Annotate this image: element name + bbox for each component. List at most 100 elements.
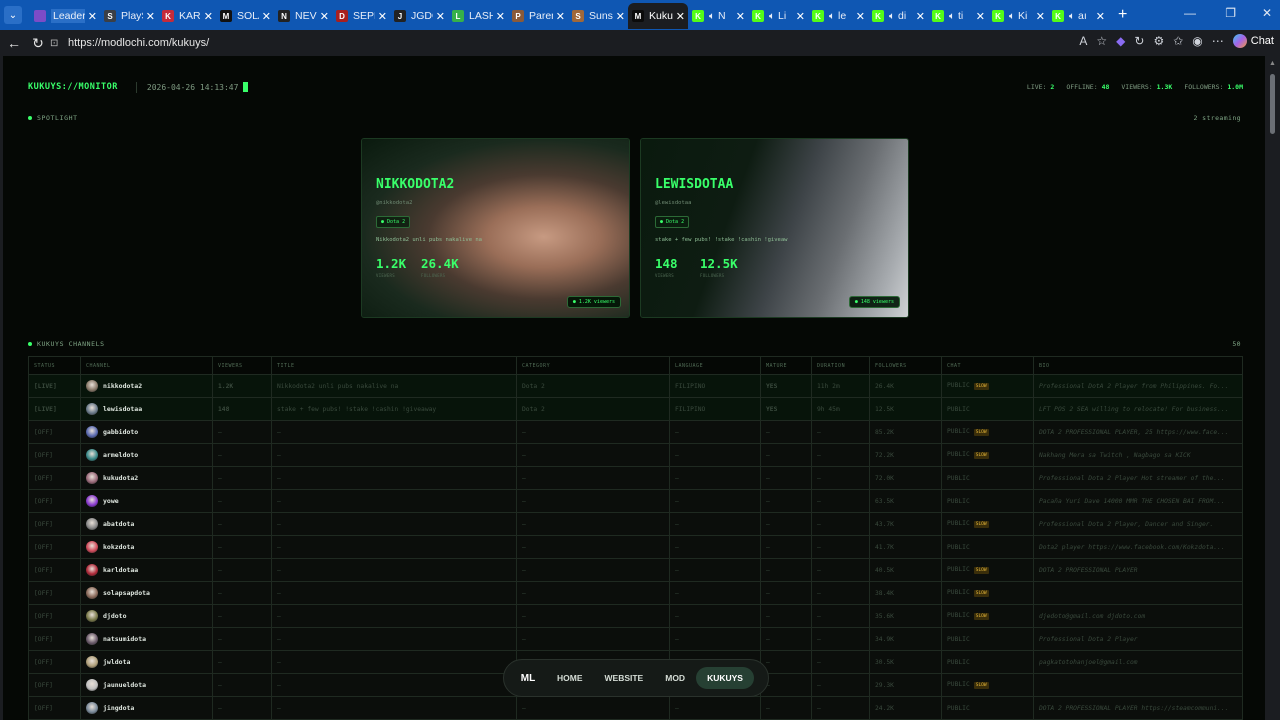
browser-tab[interactable]: S Sunsh✕ bbox=[568, 3, 628, 29]
browser-tab[interactable]: S PlaySt✕ bbox=[100, 3, 158, 29]
tab-close-icon[interactable]: ✕ bbox=[1096, 10, 1105, 23]
tab-close-icon[interactable]: ✕ bbox=[796, 10, 805, 23]
tab-close-icon[interactable]: ✕ bbox=[436, 10, 445, 23]
column-header[interactable]: CHANNEL bbox=[80, 356, 213, 375]
favorite-star-icon[interactable]: ☆ bbox=[1096, 34, 1107, 48]
browser-tab[interactable]: K 🔈︎ di ✕ bbox=[868, 3, 928, 29]
back-icon[interactable]: ← bbox=[2, 35, 26, 51]
spotlight-card[interactable]: NIKKODOTA2 @nikkodota2 ● Dota 2 Nikkodota2 … bbox=[361, 138, 630, 318]
table-row[interactable]: [OFF] jingdota — — — — — —24.2K PUBLIC DOTA 2 PRO… bbox=[28, 696, 1243, 720]
tab-close-icon[interactable]: ✕ bbox=[976, 10, 985, 23]
channel-cell[interactable]: jaunueldota bbox=[80, 673, 213, 697]
channel-cell[interactable]: abatdota bbox=[80, 512, 213, 536]
browser-tab[interactable]: K 🔈︎ ti ✕ bbox=[928, 3, 988, 29]
channel-cell[interactable]: armeldoto bbox=[80, 443, 213, 467]
tab-close-icon[interactable]: ✕ bbox=[616, 10, 625, 23]
tab-close-icon[interactable]: ✕ bbox=[556, 10, 565, 23]
table-row[interactable]: [OFF] natsumidota — — — — — —34.9K PUBLIC Profess… bbox=[28, 627, 1243, 651]
channel-cell[interactable]: lewisdotaa bbox=[80, 397, 213, 421]
column-header[interactable]: FOLLOWERS bbox=[869, 356, 942, 375]
new-tab-icon[interactable]: + bbox=[1118, 6, 1127, 24]
column-header[interactable]: CATEGORY bbox=[516, 356, 670, 375]
channel-cell[interactable]: gabbidoto bbox=[80, 420, 213, 444]
spotlight-card[interactable]: LEWISDOTAA @lewisdotaa ● Dota 2 stake + few… bbox=[640, 138, 909, 318]
site-info-icon[interactable]: ⊡ bbox=[50, 38, 64, 49]
table-row[interactable]: [OFF] solapsapdota — — — — — —38.4K PUBLIC SLOW bbox=[28, 581, 1243, 605]
column-header[interactable]: TITLE bbox=[271, 356, 517, 375]
browser-tab[interactable]: J JGDOT✕ bbox=[390, 3, 448, 29]
column-header[interactable]: VIEWERS bbox=[212, 356, 272, 375]
extensions-puzzle-icon[interactable]: ⚙ bbox=[1153, 34, 1164, 48]
tab-close-icon[interactable]: ✕ bbox=[736, 10, 745, 23]
browser-tab[interactable]: K 🔈︎ le ✕ bbox=[808, 3, 868, 29]
browser-tab[interactable]: K 🔈︎ Li ✕ bbox=[748, 3, 808, 29]
browser-tab[interactable]: K 🔈︎ aı ✕ bbox=[1048, 3, 1108, 29]
table-row[interactable]: [OFF] yowe — — — — — —63.5K PUBLIC Pacaña Yuri Da… bbox=[28, 489, 1243, 513]
table-row[interactable]: [OFF] kukudota2— — — — — —72.0K PUBLIC Professio… bbox=[28, 466, 1243, 490]
tab-close-icon[interactable]: ✕ bbox=[146, 10, 155, 23]
nav-mod[interactable]: MOD bbox=[654, 667, 696, 689]
browser-tab[interactable]: D SEPDO✕ bbox=[332, 3, 390, 29]
channel-cell[interactable]: jingdota bbox=[80, 696, 213, 720]
tab-audio-icon[interactable]: 🔈︎ bbox=[709, 11, 715, 22]
column-header[interactable]: MATURE bbox=[760, 356, 812, 375]
tab-close-icon[interactable]: ✕ bbox=[320, 10, 329, 23]
browser-tab[interactable]: M SOLAI✕ bbox=[216, 3, 274, 29]
copilot-chat-button[interactable]: Chat bbox=[1232, 34, 1274, 48]
scroll-thumb[interactable] bbox=[1270, 74, 1275, 134]
url-field[interactable]: ⊡ https://modlochi.com/kukuys/ bbox=[50, 33, 1100, 53]
tab-audio-icon[interactable]: 🔈︎ bbox=[1009, 11, 1015, 22]
browser-tab[interactable]: K KARL✕ bbox=[158, 3, 216, 29]
column-header[interactable]: CHAT bbox=[941, 356, 1034, 375]
more-menu-icon[interactable]: ⋯ bbox=[1212, 34, 1224, 48]
column-header[interactable]: DURATION bbox=[811, 356, 870, 375]
table-row[interactable]: [OFF] armeldoto — — — — — —72.2K PUBLIC SLOW Nakha… bbox=[28, 443, 1243, 467]
column-header[interactable]: STATUS bbox=[28, 356, 81, 375]
refresh-extension-icon[interactable]: ↻ bbox=[1134, 34, 1144, 48]
tab-audio-icon[interactable]: 🔈︎ bbox=[769, 11, 775, 22]
minimize-icon[interactable]: — bbox=[1184, 6, 1196, 20]
nav-home[interactable]: HOME bbox=[546, 667, 594, 689]
site-logo[interactable]: ML bbox=[510, 673, 546, 684]
tab-audio-icon[interactable]: 🔈︎ bbox=[1069, 11, 1075, 22]
tab-close-icon[interactable]: ✕ bbox=[1036, 10, 1045, 23]
column-header[interactable]: LANGUAGE bbox=[669, 356, 761, 375]
nav-website[interactable]: WEBSITE bbox=[594, 667, 655, 689]
channel-cell[interactable]: kokzdota bbox=[80, 535, 213, 559]
tab-close-icon[interactable]: ✕ bbox=[378, 10, 387, 23]
table-row[interactable]: [OFF] karldotaa — — — — — —40.5K PUBLIC SLOW DOTA … bbox=[28, 558, 1243, 582]
tab-audio-icon[interactable]: 🔈︎ bbox=[949, 11, 955, 22]
browser-tab[interactable]: K 🔈︎ N ✕ bbox=[688, 3, 748, 29]
tab-close-icon[interactable]: ✕ bbox=[676, 10, 685, 23]
tab-close-icon[interactable]: ✕ bbox=[916, 10, 925, 23]
browser-tab[interactable]: M Kukuy✕ bbox=[628, 3, 688, 29]
browser-tab[interactable]: N NEVER✕ bbox=[274, 3, 332, 29]
channel-cell[interactable]: djdoto bbox=[80, 604, 213, 628]
channel-cell[interactable]: jwldota bbox=[80, 650, 213, 674]
tab-close-icon[interactable]: ✕ bbox=[88, 10, 97, 23]
browser-tab[interactable]: L LASH ✕ bbox=[448, 3, 508, 29]
browser-tab[interactable]: P Parent✕ bbox=[508, 3, 568, 29]
tab-audio-icon[interactable]: 🔈︎ bbox=[889, 11, 895, 22]
profile-avatar-icon[interactable]: ◉ bbox=[1192, 34, 1202, 48]
browser-tab[interactable]: K 🔈︎ Ki ✕ bbox=[988, 3, 1048, 29]
table-row[interactable]: [OFF] abatdota — — — — — —43.7K PUBLIC SLOW Profes… bbox=[28, 512, 1243, 536]
channel-cell[interactable]: nikkodota2 bbox=[80, 374, 213, 398]
column-header[interactable]: BIO bbox=[1033, 356, 1243, 375]
scroll-up-icon[interactable]: ▲ bbox=[1269, 60, 1276, 67]
maximize-icon[interactable]: ❐ bbox=[1225, 6, 1236, 20]
tab-close-icon[interactable]: ✕ bbox=[496, 10, 505, 23]
channel-cell[interactable]: karldotaa bbox=[80, 558, 213, 582]
nav-kukuys[interactable]: KUKUYS bbox=[696, 667, 754, 689]
channel-cell[interactable]: solapsapdota bbox=[80, 581, 213, 605]
page-scrollbar[interactable]: ▲ bbox=[1265, 56, 1280, 720]
table-row[interactable]: [LIVE] lewisdotaa 148 stake + few pubs! !st… bbox=[28, 397, 1243, 421]
tab-close-icon[interactable]: ✕ bbox=[262, 10, 271, 23]
channel-cell[interactable]: kukudota2 bbox=[80, 466, 213, 490]
tab-audio-icon[interactable]: 🔈︎ bbox=[829, 11, 835, 22]
channel-cell[interactable]: natsumidota bbox=[80, 627, 213, 651]
tab-close-icon[interactable]: ✕ bbox=[856, 10, 865, 23]
table-row[interactable]: [OFF] gabbidoto — — — — — —85.2K PUBLIC SLOW DOTA … bbox=[28, 420, 1243, 444]
table-row[interactable]: [LIVE] nikkodota2 1.2K Nikkodota2 unli pubs… bbox=[28, 374, 1243, 398]
extension-icon[interactable]: ◆ bbox=[1116, 34, 1125, 48]
